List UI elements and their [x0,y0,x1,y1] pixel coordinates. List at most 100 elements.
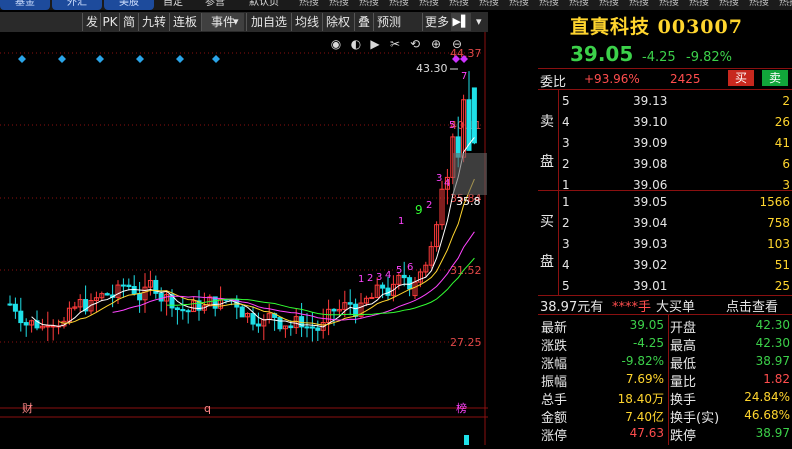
top-tab-12[interactable]: 热搜 [476,0,502,10]
order-price: 39.13 [633,94,668,108]
big-order-label: 大买单 [656,300,696,315]
top-tab-21[interactable]: 热搜 [746,0,772,10]
toolbar-btn-11[interactable]: 更多 [422,13,451,31]
toolbar-btn-4[interactable]: 连板 [169,13,200,31]
toolbar-btn-6[interactable]: 加自选 [246,13,291,31]
chart-tool-5-icon[interactable]: ⊕ [431,37,441,51]
order-price: 39.02 [633,258,668,272]
big-order-bar[interactable]: 38.97元有 ****手 大买单 点击查看 [538,296,792,315]
top-tab-9[interactable]: 热搜 [386,0,412,10]
big-order-price: 38.97元有 [540,300,604,315]
nine-count-label: 2 [367,273,373,284]
order-price: 39.04 [633,216,668,230]
top-tab-0[interactable]: 基金 [0,0,50,10]
kline-chart[interactable]: ◉ ◐ ▶ ✂ ⟲ ⊕ ⊖ 44.37 40.11 35.84 31.52 27.25 43.30 35.… [0,32,518,445]
sell-button[interactable]: 卖 [762,70,788,86]
event-dropdown-icon[interactable]: ▾ [233,13,239,31]
chart-tool-2-icon[interactable]: ▶ [370,37,380,51]
stats-row: 最新 39.05 开盘 42.30 [538,315,792,336]
top-tab-22[interactable]: 热搜 [776,0,792,10]
orderbook-row[interactable]: 2 39.04 758 [538,213,792,233]
orderbook-row[interactable]: 2 39.08 6 [538,154,792,174]
more-dropdown-icon[interactable]: ▾ [476,13,482,31]
top-tab-18[interactable]: 热搜 [656,0,682,10]
toolbar-btn-9[interactable]: 叠 [354,13,373,31]
orderbook-row[interactable]: 4 39.10 26 [538,112,792,132]
toolbar-btn-3[interactable]: 九转 [138,13,169,31]
event-marker-icon[interactable] [58,55,66,63]
buy-button[interactable]: 买 [728,70,754,86]
candle-body [277,316,283,330]
toolbar-btn-7[interactable]: 均线 [291,13,322,31]
toolbar-btn-8[interactable]: 除权 [322,13,353,31]
nine-count-label: 6 [407,262,413,273]
top-tab-2[interactable]: 美股 [104,0,154,10]
orderbook-row[interactable]: 3 39.09 41 [538,133,792,153]
nine-count-label: 5 [396,265,402,276]
nine-count-label: 3 [376,272,382,283]
stat-value: 42.30 [755,318,790,332]
big-order-link[interactable]: 点击查看 [726,296,778,315]
top-tab-8[interactable]: 热搜 [356,0,382,10]
top-tab-6[interactable]: 热搜 [296,0,322,10]
event-marker-label[interactable]: 财 [22,401,33,415]
orderbook-row[interactable]: 5 39.01 25 [538,276,792,296]
toolbar-btn-10[interactable]: 预测 [373,13,404,31]
order-volume: 2 [782,94,790,108]
order-volume: 6 [782,157,790,171]
stat-value: 47.63 [629,426,664,440]
stat-value: 38.97 [755,354,790,368]
event-marker-label[interactable]: 榜 [456,401,467,415]
top-tab-5[interactable]: 默认页 [244,0,284,10]
orderbook-row[interactable]: 4 39.02 51 [538,255,792,275]
orderbook-row[interactable]: 1 39.05 1566 [538,192,792,212]
orderbook-row[interactable]: 5 39.13 2 [538,91,792,111]
top-tab-17[interactable]: 热搜 [626,0,652,10]
candle-body [174,307,180,311]
toolbar-btn-0[interactable]: 发 [82,13,101,31]
top-tab-13[interactable]: 热搜 [506,0,532,10]
chart-tool-0-icon[interactable]: ◉ [331,37,341,51]
event-marker-label[interactable]: q [204,402,211,415]
divider [668,315,669,445]
stat-label: 涨停 [541,429,568,444]
candle-body [250,313,256,325]
stat-value: 39.05 [629,318,664,332]
candle-body [471,87,477,144]
candle-body [380,284,386,289]
event-marker-icon[interactable] [96,55,104,63]
candle-body [401,274,407,279]
top-tab-1[interactable]: 外汇 [52,0,102,10]
divider [538,89,792,90]
top-tab-11[interactable]: 热搜 [446,0,472,10]
weicha-value: 2425 [670,72,701,86]
top-tab-10[interactable]: 热搜 [416,0,442,10]
toolbar-btn-1[interactable]: PK [100,13,119,31]
order-level: 5 [562,279,570,293]
candle-body [158,292,164,302]
order-price: 39.08 [633,157,668,171]
top-tab-14[interactable]: 热搜 [536,0,562,10]
top-tab-19[interactable]: 热搜 [686,0,712,10]
toggle-panel-icon[interactable]: ▶▌ [451,13,471,31]
event-marker-icon[interactable] [176,55,184,63]
top-tab-16[interactable]: 热搜 [596,0,622,10]
candle-body [18,310,24,324]
top-tab-7[interactable]: 热搜 [326,0,352,10]
top-tab-15[interactable]: 热搜 [566,0,592,10]
event-marker-icon[interactable] [18,55,26,63]
top-tab-3[interactable]: 自定 [158,0,188,10]
top-tab-20[interactable]: 热搜 [716,0,742,10]
chart-tool-3-icon[interactable]: ✂ [390,37,400,51]
top-tab-4[interactable]: 参营 [200,0,230,10]
candle-body [180,309,186,312]
chart-tool-1-icon[interactable]: ◐ [351,37,361,51]
toolbar-btn-2[interactable]: 简 [119,13,138,31]
event-marker-icon[interactable] [136,55,144,63]
stock-code: 003007 [657,16,743,38]
order-level: 3 [562,136,570,150]
event-marker-icon[interactable] [212,55,220,63]
chart-tool-4-icon[interactable]: ⟲ [410,37,420,51]
orderbook-row[interactable]: 3 39.03 103 [538,234,792,254]
weibi-value: +93.96% [584,72,640,86]
